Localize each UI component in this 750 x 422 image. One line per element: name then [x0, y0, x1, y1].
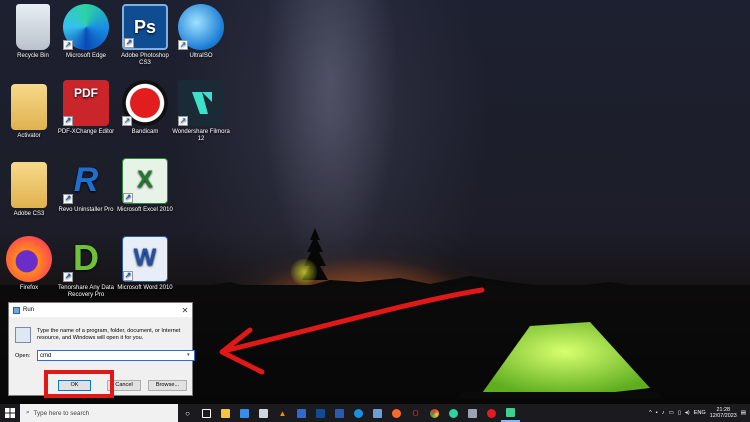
icon-label: UltraISO: [189, 53, 213, 59]
mail-icon[interactable]: [254, 404, 273, 422]
search-icon: ⌕: [26, 409, 30, 416]
chevron-up-icon[interactable]: ^: [649, 410, 652, 416]
open-label: Open:: [15, 353, 31, 359]
filmora-shortcut[interactable]: ↗ Wondershare Filmora 12: [172, 80, 230, 143]
photos-icon[interactable]: [292, 404, 311, 422]
activator-folder[interactable]: Activator: [0, 84, 58, 140]
recycle-bin-icon: [16, 4, 50, 50]
tray-app-icon[interactable]: ▪: [656, 410, 658, 416]
microphone-icon[interactable]: ♪: [662, 410, 665, 416]
clock-date: 12/07/2023: [709, 413, 737, 419]
vlc-icon[interactable]: ▲: [273, 404, 292, 422]
icon-label: Firefox: [19, 285, 39, 291]
photoshop-icon: Ps ↗: [122, 4, 168, 50]
pdf-icon: PDF ↗: [63, 80, 109, 126]
run-description: Type the name of a program, folder, docu…: [37, 328, 181, 341]
folder-icon: [11, 162, 47, 208]
open-input[interactable]: [37, 350, 195, 361]
icon-label: Activator: [17, 133, 41, 139]
edge-icon: ↗: [63, 4, 109, 50]
word-icon: W ↗: [122, 236, 168, 282]
run-title: Run: [23, 307, 35, 313]
close-icon[interactable]: ✕: [178, 306, 192, 315]
photoshop-shortcut[interactable]: Ps ↗ Adobe Photoshop CS3: [116, 4, 174, 67]
tenorshare-icon: D ↗: [63, 237, 99, 282]
icon-label: Tenorshare Any Data Recovery Pro: [57, 285, 115, 298]
icon-label: Microsoft Excel 2010: [117, 207, 173, 213]
taskbar: ⌕ Type here to search ○ ▲ O ^ ▪ ♪ ▭ ▯ ◂)…: [0, 404, 750, 422]
icon-label: Recycle Bin: [17, 53, 49, 59]
network-icon[interactable]: ▯: [678, 410, 681, 416]
firefox-icon: [6, 236, 52, 282]
browse-button[interactable]: Browse...: [148, 380, 187, 391]
cortana-icon[interactable]: ○: [178, 404, 197, 422]
icon-label: Microsoft Edge: [65, 53, 107, 59]
cursor-highlight: [290, 258, 318, 286]
opera-icon[interactable]: O: [406, 404, 425, 422]
clock[interactable]: 21:28 12/07/2023: [710, 407, 737, 419]
ultraiso-icon: ↗: [178, 4, 224, 50]
icon-label: Microsoft Word 2010: [117, 285, 173, 291]
windows-logo-icon: [5, 408, 15, 418]
start-button[interactable]: [0, 404, 20, 422]
ok-highlight-box: [44, 370, 114, 398]
notifications-icon[interactable]: ▤: [741, 410, 746, 416]
store-icon[interactable]: [235, 404, 254, 422]
browser-taskbar-icon[interactable]: [444, 404, 463, 422]
pdf-xchange-shortcut[interactable]: PDF ↗ PDF-XChange Editor: [57, 80, 115, 136]
edge-taskbar-icon[interactable]: [349, 404, 368, 422]
chevron-down-icon[interactable]: ▾: [187, 352, 190, 358]
task-view-icon[interactable]: [197, 404, 216, 422]
excel-icon: X ↗: [122, 158, 168, 204]
filmora-icon: ↗: [178, 80, 224, 126]
icon-label: Adobe Photoshop CS3: [121, 53, 169, 66]
recycle-bin-shortcut[interactable]: Recycle Bin: [4, 4, 62, 60]
run-taskbar-icon[interactable]: [501, 404, 520, 422]
chrome-icon[interactable]: [425, 404, 444, 422]
display-icon[interactable]: ▭: [669, 410, 674, 416]
app-taskbar-icon-2[interactable]: [463, 404, 482, 422]
word-shortcut[interactable]: W ↗ Microsoft Word 2010: [116, 236, 174, 292]
adobe-cs3-folder[interactable]: Adobe CS3: [0, 162, 58, 218]
folder-icon: [11, 84, 47, 130]
ultraiso-shortcut[interactable]: ↗ UltraISO: [172, 4, 230, 60]
volume-icon[interactable]: ◂): [685, 410, 690, 416]
file-explorer-icon[interactable]: [216, 404, 235, 422]
glowing-tent: [460, 322, 660, 398]
icon-label: Revo Uninstaller Pro: [58, 207, 114, 213]
firefox-taskbar-icon[interactable]: [387, 404, 406, 422]
bandicam-taskbar-icon[interactable]: [482, 404, 501, 422]
microsoft-edge-shortcut[interactable]: ↗ Microsoft Edge: [57, 4, 115, 60]
bandicam-icon: ↗: [122, 80, 168, 126]
bandicam-shortcut[interactable]: ↗ Bandicam: [116, 80, 174, 136]
excel-shortcut[interactable]: X ↗ Microsoft Excel 2010: [116, 158, 174, 214]
photoshop-taskbar-icon[interactable]: [311, 404, 330, 422]
search-placeholder: Type here to search: [33, 409, 90, 417]
word-taskbar-icon[interactable]: [330, 404, 349, 422]
icon-label: Wondershare Filmora 12: [172, 129, 230, 142]
revo-uninstaller-shortcut[interactable]: R ↗ Revo Uninstaller Pro: [57, 158, 115, 214]
app-taskbar-icon[interactable]: [368, 404, 387, 422]
run-app-icon: [13, 306, 20, 314]
system-tray: ^ ▪ ♪ ▭ ▯ ◂) ENG 21:28 12/07/2023 ▤: [649, 404, 750, 422]
run-dialog-icon: [15, 327, 31, 343]
icon-label: PDF-XChange Editor: [57, 129, 115, 135]
firefox-shortcut[interactable]: Firefox: [0, 236, 58, 292]
language-indicator[interactable]: ENG: [694, 410, 706, 416]
icon-label: Adobe CS3: [13, 211, 45, 217]
revo-icon: R ↗: [63, 161, 99, 204]
run-title-bar[interactable]: Run ✕: [9, 303, 192, 317]
tenorshare-shortcut[interactable]: D ↗ Tenorshare Any Data Recovery Pro: [57, 236, 115, 299]
taskbar-search-box[interactable]: ⌕ Type here to search: [20, 404, 178, 422]
icon-label: Bandicam: [131, 129, 159, 135]
